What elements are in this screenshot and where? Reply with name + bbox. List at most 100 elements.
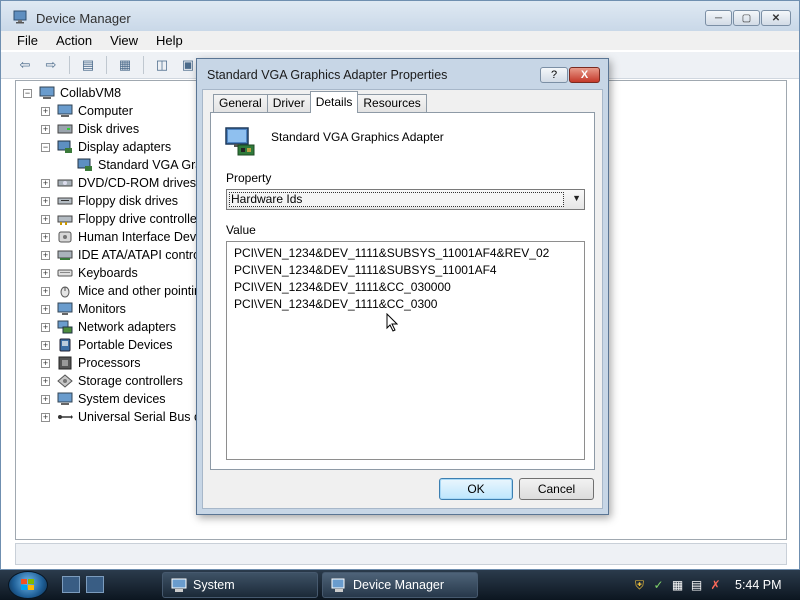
expand-icon[interactable]: + <box>41 214 50 224</box>
expand-icon[interactable]: + <box>41 232 50 242</box>
switch-windows-icon[interactable] <box>86 576 104 593</box>
close-button[interactable]: ✕ <box>761 10 791 26</box>
list-item[interactable]: PCI\VEN_1234&DEV_1111&SUBSYS_11001AF4&RE… <box>234 245 577 262</box>
tree-item-floppy-disk-drives[interactable]: + Floppy disk drives <box>41 192 178 210</box>
network-icon[interactable]: ▤ <box>689 578 704 593</box>
tree-item-dvd-cdrom[interactable]: + DVD/CD-ROM drives <box>41 174 196 192</box>
collapse-icon[interactable]: − <box>23 88 32 98</box>
help-button[interactable]: ? <box>540 67 568 83</box>
expand-icon[interactable]: + <box>41 124 50 134</box>
tree-item-usb-controllers[interactable]: + Universal Serial Bus co <box>41 408 207 426</box>
back-arrow-icon[interactable]: ⇦ <box>15 56 35 74</box>
minimize-button[interactable]: ─ <box>705 10 732 26</box>
value-list[interactable]: PCI\VEN_1234&DEV_1111&SUBSYS_11001AF4&RE… <box>226 241 585 460</box>
security-shield-icon[interactable]: ⛨ <box>632 578 647 593</box>
properties-icon[interactable]: ▦ <box>115 56 135 74</box>
device-manager-icon <box>331 578 345 592</box>
tree-item-computer[interactable]: + Computer <box>41 102 133 120</box>
value-label: Value <box>226 223 256 237</box>
forward-arrow-icon[interactable]: ⇨ <box>41 56 61 74</box>
menu-file[interactable]: File <box>17 33 38 48</box>
start-button[interactable] <box>8 571 48 599</box>
toolbar-separator <box>106 56 107 74</box>
network-adapter-icon <box>57 320 73 334</box>
tree-item-ide-ata[interactable]: + IDE ATA/ATAPI contro <box>41 246 200 264</box>
expand-icon[interactable]: + <box>41 412 50 422</box>
tree-item-standard-vga[interactable]: Standard VGA Grap <box>77 156 209 174</box>
list-item[interactable]: PCI\VEN_1234&DEV_1111&CC_030000 <box>234 279 577 296</box>
expand-icon[interactable]: + <box>41 358 50 368</box>
tree-item-disk-drives[interactable]: + Disk drives <box>41 120 139 138</box>
view-icon[interactable]: ▣ <box>178 56 198 74</box>
help-icon[interactable]: ◫ <box>152 56 172 74</box>
monitor-icon <box>57 302 73 315</box>
tree-item-label: Network adapters <box>78 320 176 334</box>
tree-item-system-devices[interactable]: + System devices <box>41 390 166 408</box>
tree-root[interactable]: − CollabVM8 <box>23 84 121 102</box>
expand-icon[interactable]: + <box>41 196 50 206</box>
property-selected-value: Hardware Ids <box>229 192 564 207</box>
computer-icon <box>57 104 73 117</box>
expand-icon[interactable]: + <box>41 286 50 296</box>
device-manager-icon <box>13 10 27 24</box>
expand-icon[interactable]: + <box>41 340 50 350</box>
tab-driver[interactable]: Driver <box>266 94 311 113</box>
tree-item-label: System devices <box>78 392 166 406</box>
tree-item-hid[interactable]: + Human Interface Devic <box>41 228 205 246</box>
dialog-title: Standard VGA Graphics Adapter Properties <box>207 68 448 82</box>
tree-item-label: Universal Serial Bus co <box>78 410 208 424</box>
usb-icon <box>58 415 73 419</box>
maximize-button[interactable]: ▢ <box>733 10 760 26</box>
collapse-icon[interactable]: − <box>41 142 50 152</box>
processor-icon <box>58 356 72 370</box>
taskbar-button-device-manager[interactable]: Device Manager <box>322 572 478 598</box>
dialog-close-button[interactable]: X <box>569 67 600 83</box>
tree-item-monitors[interactable]: + Monitors <box>41 300 126 318</box>
menu-help[interactable]: Help <box>156 33 183 48</box>
tree-item-mice[interactable]: + Mice and other pointin <box>41 282 201 300</box>
menu-view[interactable]: View <box>110 33 138 48</box>
expand-icon[interactable]: + <box>41 304 50 314</box>
ok-button[interactable]: OK <box>439 478 513 500</box>
show-hide-tree-icon[interactable]: ▤ <box>78 56 98 74</box>
mouse-cursor-icon <box>386 313 398 332</box>
tab-details[interactable]: Details <box>309 91 359 113</box>
expand-icon[interactable]: + <box>41 268 50 278</box>
list-item[interactable]: PCI\VEN_1234&DEV_1111&SUBSYS_11001AF4 <box>234 262 577 279</box>
clock[interactable]: 5:44 PM <box>735 578 782 592</box>
tree-item-processors[interactable]: + Processors <box>41 354 141 372</box>
window-title: Device Manager <box>36 11 131 26</box>
tree-item-display-adapters[interactable]: − Display adapters <box>41 138 171 156</box>
volume-muted-icon[interactable]: ✗ <box>708 578 723 593</box>
tab-resources[interactable]: Resources <box>357 94 427 113</box>
taskbar-button-system[interactable]: System <box>162 572 318 598</box>
tab-general[interactable]: General <box>213 94 268 113</box>
title-bar[interactable]: Device Manager ─ ▢ ✕ <box>1 1 799 31</box>
cancel-button[interactable]: Cancel <box>519 478 594 500</box>
expand-icon[interactable]: + <box>41 322 50 332</box>
ide-controller-icon <box>57 250 73 260</box>
expand-icon[interactable]: + <box>41 394 50 404</box>
expand-icon[interactable]: + <box>41 250 50 260</box>
tree-item-label: Floppy disk drives <box>78 194 179 208</box>
action-center-icon[interactable]: ▦ <box>670 578 685 593</box>
tree-item-network-adapters[interactable]: + Network adapters <box>41 318 176 336</box>
tree-item-label: Mice and other pointin <box>78 284 201 298</box>
tree-item-floppy-controllers[interactable]: + Floppy drive controller <box>41 210 201 228</box>
windows-update-icon[interactable]: ✓ <box>651 578 666 593</box>
tab-strip: General Driver Details Resources <box>213 91 427 113</box>
tree-item-portable-devices[interactable]: + Portable Devices <box>41 336 173 354</box>
list-item[interactable]: PCI\VEN_1234&DEV_1111&CC_0300 <box>234 296 577 313</box>
property-dropdown[interactable]: Hardware Ids ▼ <box>226 189 585 210</box>
menu-action[interactable]: Action <box>56 33 92 48</box>
expand-icon[interactable]: + <box>41 106 50 116</box>
dropdown-arrow-icon[interactable]: ▼ <box>572 193 581 203</box>
property-label: Property <box>226 171 272 185</box>
tree-item-keyboards[interactable]: + Keyboards <box>41 264 138 282</box>
expand-icon[interactable]: + <box>41 178 50 188</box>
show-desktop-icon[interactable] <box>62 576 80 593</box>
tree-item-storage-controllers[interactable]: + Storage controllers <box>41 372 183 390</box>
toolbar-separator <box>143 56 144 74</box>
expand-icon[interactable]: + <box>41 376 50 386</box>
storage-controller-icon <box>57 374 73 388</box>
